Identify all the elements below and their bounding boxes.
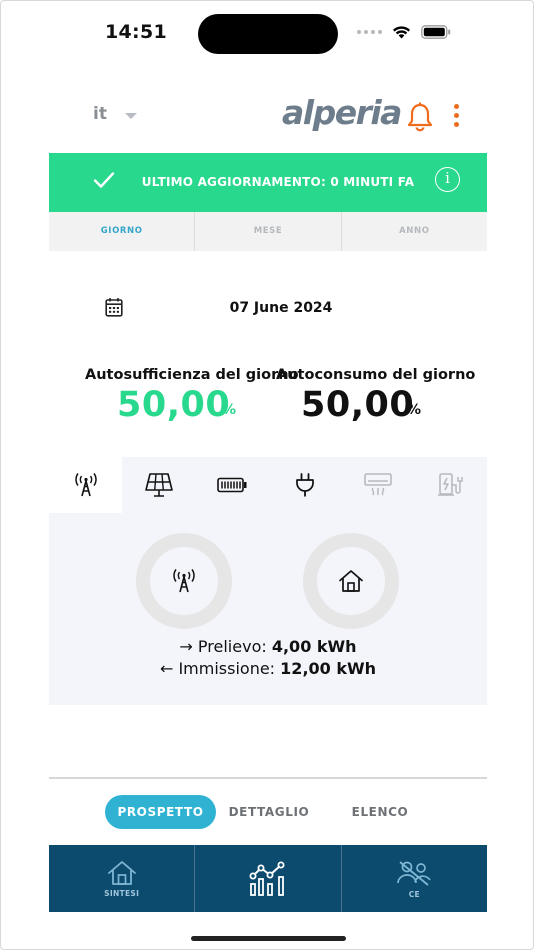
bell-icon[interactable] — [405, 101, 435, 133]
injection-value: 12,00 kWh — [280, 659, 377, 678]
withdrawal-label: Prelievo: — [197, 637, 267, 656]
tab-giorno[interactable]: GIORNO — [49, 212, 196, 251]
self-consumption-label: Autoconsumo del giorno — [276, 367, 476, 383]
nav-item-analytics[interactable] — [195, 845, 342, 912]
grid-tower-icon — [173, 569, 195, 593]
tab-mese[interactable]: MESE — [195, 212, 342, 251]
home-icon — [339, 570, 363, 592]
tab-consumption[interactable] — [268, 457, 341, 513]
self-sufficiency-unit: % — [222, 402, 237, 418]
status-time: 14:51 — [105, 21, 167, 43]
injection-label: Immissione: — [178, 659, 276, 678]
ev-charger-icon — [437, 473, 463, 496]
self-sufficiency-label: Autosufficienza del giorno — [85, 367, 299, 383]
nav-item-ce[interactable]: CE — [342, 845, 487, 912]
update-banner: ULTIMO AGGIORNAMENTO: 0 MINUTI FA i — [49, 153, 487, 212]
more-vertical-icon[interactable] — [454, 104, 459, 127]
tab-air-conditioner[interactable] — [341, 457, 414, 513]
nav-label-sintesi: SINTESI — [104, 888, 140, 898]
view-tabs: PROSPETTO DETTAGLIO ELENCO — [105, 795, 435, 829]
tab-anno[interactable]: ANNO — [342, 212, 487, 251]
update-status-text: ULTIMO AGGIORNAMENTO: 0 MINUTI FA — [141, 175, 415, 189]
arrow-right-icon: → — [179, 637, 193, 656]
tab-battery[interactable] — [195, 457, 268, 513]
tab-prospetto[interactable]: PROSPETTO — [105, 795, 216, 829]
plug-icon — [295, 473, 314, 497]
tab-elenco[interactable]: ELENCO — [325, 795, 435, 829]
injection-row: ← Immissione: 12,00 kWh — [1, 659, 533, 678]
brand-logo: alperia — [282, 93, 402, 132]
tab-ev-charger[interactable] — [414, 457, 487, 513]
tab-dettaglio[interactable]: DETTAGLIO — [216, 795, 322, 829]
nav-label-ce: CE — [408, 889, 420, 899]
tab-solar[interactable] — [122, 457, 195, 513]
home-indicator — [191, 936, 346, 941]
grid-ring — [136, 533, 232, 629]
air-conditioner-icon — [363, 473, 392, 496]
status-indicators — [357, 25, 451, 39]
withdrawal-row: → Prelievo: 4,00 kWh — [1, 637, 533, 656]
info-icon[interactable]: i — [435, 167, 460, 192]
arrow-left-icon: ← — [159, 659, 174, 678]
home-icon — [107, 860, 136, 885]
divider — [49, 777, 487, 779]
chevron-down-icon[interactable] — [125, 113, 137, 119]
bottom-nav: SINTESI CE — [49, 845, 487, 912]
tab-grid[interactable] — [49, 457, 122, 513]
battery-icon — [216, 477, 246, 493]
grid-tower-icon — [74, 473, 97, 497]
language-selector[interactable]: it — [93, 104, 107, 124]
signal-icon — [357, 30, 382, 34]
community-icon — [397, 860, 432, 886]
wifi-icon — [393, 26, 410, 39]
selected-date[interactable]: 07 June 2024 — [1, 300, 533, 316]
analytics-chart-icon — [249, 861, 285, 896]
battery-status-icon — [421, 25, 451, 39]
withdrawal-value: 4,00 kWh — [271, 637, 357, 656]
nav-item-sintesi[interactable]: SINTESI — [49, 845, 196, 912]
phone-screen: 14:51 it alperia ULTIMO AGGIORNAMENTO: 0… — [0, 0, 534, 950]
device-tabs — [49, 457, 487, 513]
home-ring — [303, 533, 399, 629]
solar-panel-icon — [144, 473, 173, 497]
self-sufficiency-value: 50,00 — [117, 385, 231, 425]
self-consumption-value: 50,00 — [301, 385, 415, 425]
dynamic-island — [198, 14, 338, 54]
self-consumption-unit: % — [407, 402, 422, 418]
period-tabs: GIORNO MESE ANNO — [49, 212, 487, 251]
